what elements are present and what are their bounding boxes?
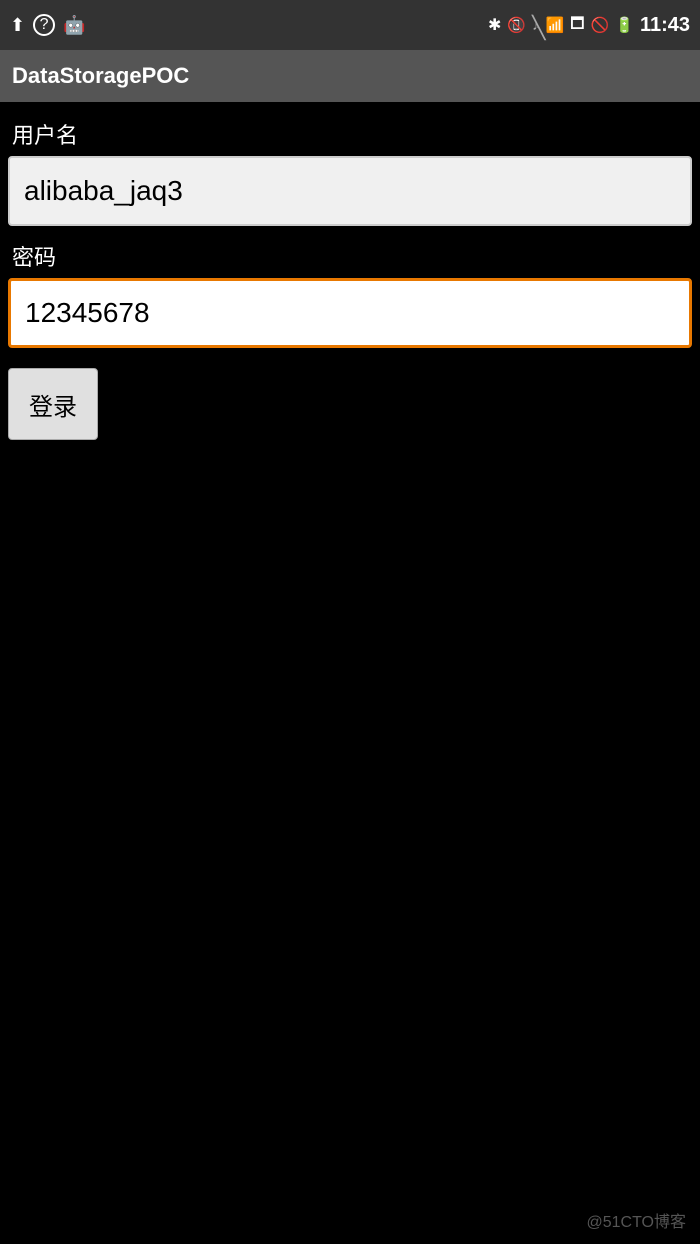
wifi-icon: 📶 <box>546 16 565 34</box>
login-button[interactable]: 登录 <box>8 368 98 440</box>
battery-icon: 🔋 <box>615 16 634 34</box>
question-icon: ? <box>33 14 55 36</box>
music-icon: ♪╲ <box>532 17 540 34</box>
title-bar: DataStoragePOC <box>0 50 700 102</box>
username-input[interactable] <box>8 156 692 226</box>
password-input[interactable] <box>8 278 692 348</box>
status-bar-right-icons: ✱ 📵 ♪╲ 📶 🗖 🚫 🔋 11:43 <box>488 13 690 38</box>
android-icon: 🤖 <box>63 15 85 36</box>
bluetooth-icon: ✱ <box>488 15 501 35</box>
status-bar: ⬆ ? 🤖 ✱ 📵 ♪╲ 📶 🗖 🚫 🔋 11:43 <box>0 0 700 50</box>
no-signal-icon: 🚫 <box>591 16 610 34</box>
app-title: DataStoragePOC <box>12 63 189 89</box>
main-content: 用户名 密码 登录 <box>0 102 700 456</box>
username-label: 用户名 <box>8 118 692 150</box>
status-time: 11:43 <box>640 14 690 37</box>
status-bar-left-icons: ⬆ ? 🤖 <box>10 14 86 36</box>
sim-icon: 🗖 <box>570 13 584 38</box>
volume-icon: 📵 <box>507 16 526 34</box>
password-label: 密码 <box>8 240 692 272</box>
watermark: @51CTO博客 <box>586 1208 686 1232</box>
upload-icon: ⬆ <box>10 15 25 36</box>
